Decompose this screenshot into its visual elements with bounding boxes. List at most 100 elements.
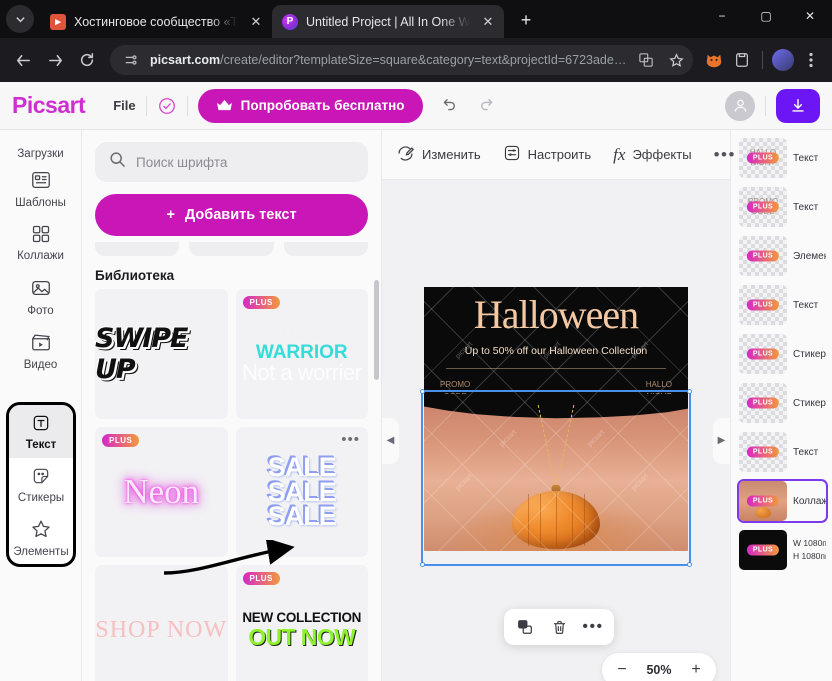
header-divider-3 [765,95,766,116]
layer-row[interactable]: PLUS Текст [737,430,828,474]
canvas-area[interactable]: ◀ ▶ Halloween Up to 50% off our Hallowee… [382,180,730,681]
design-subtitle[interactable]: Up to 50% off our Halloween Collection [424,345,688,357]
library-section-title: Библиотека [95,268,175,283]
user-avatar-icon[interactable] [725,90,755,121]
font-preset-chip[interactable] [95,242,180,256]
layer-row[interactable]: HALLONIGHT PLUS Текст [737,136,828,180]
window-maximize-button[interactable]: ▢ [744,0,788,32]
tab-search-chevron-icon[interactable] [6,5,34,33]
trash-icon[interactable] [544,612,574,642]
browser-tab-1-close-icon[interactable]: ✕ [246,12,266,32]
layer-thumbnail: PLUS [739,383,787,423]
undo-icon[interactable] [433,91,463,121]
layer-row-background[interactable]: PLUS W 1080пи H 1080пи [737,528,828,572]
download-icon[interactable] [776,88,820,123]
design-photo-layer[interactable] [424,393,688,551]
design-wave-mask [424,393,688,419]
sidebar-item-templates[interactable]: Шаблоны [0,162,81,216]
sidebar-item-templates-label: Шаблоны [15,197,66,209]
browser-tab-2-close-icon[interactable]: ✕ [478,12,498,32]
forward-icon[interactable] [40,45,70,75]
extensions-icon[interactable] [729,47,755,73]
layer-row[interactable]: PLUS Элемент [737,234,828,278]
picsart-logo[interactable]: Picsart [12,92,86,119]
profile-avatar-icon[interactable] [770,47,796,73]
toolbar-adjust-button[interactable]: Настроить [503,144,591,165]
layers-panel[interactable]: HALLONIGHT PLUS Текст PROMOCODE PLUS Тек… [730,130,832,681]
zoom-out-button[interactable]: − [608,656,636,681]
search-icon [109,151,126,173]
browser-chrome: ▸ Хостинговое сообщество «Tim ✕ P Untitl… [0,0,832,82]
plus-badge: PLUS [746,544,780,556]
library-item-more-dots-icon[interactable]: ••• [341,431,360,448]
collapse-left-panel-button[interactable]: ◀ [382,417,399,464]
search-input[interactable]: Поиск шрифта [95,142,368,182]
canvas-column: Изменить Настроить fx Эффекты ••• ◀ ▶ Ha… [382,130,734,681]
try-free-button[interactable]: Попробовать бесплатно [197,88,423,123]
more-dots-icon[interactable]: ••• [578,612,608,642]
sidebar-item-text[interactable]: Текст [9,405,73,458]
toolbar-more-icon[interactable]: ••• [714,145,736,165]
layer-label: Текст [793,152,819,164]
sidebar-item-stickers[interactable]: Стикеры [9,458,73,511]
url-domain: picsart.com [150,53,221,67]
font-preset-chip[interactable] [283,242,368,256]
new-tab-button[interactable]: + [512,6,540,34]
layer-width-label: W 1080пи [793,538,826,549]
reload-icon[interactable] [72,45,102,75]
cloud-check-icon[interactable] [157,96,177,116]
layer-row[interactable]: PROMOCODE PLUS Текст [737,185,828,229]
back-icon[interactable] [8,45,38,75]
window-close-button[interactable]: ✕ [788,0,832,32]
artboard[interactable]: Halloween Up to 50% off our Halloween Co… [420,286,692,567]
browser-menu-icon[interactable] [798,47,824,73]
library-item-new-collection[interactable]: PLUS NEW COLLECTION OUT NOW [235,565,368,681]
design-hallo-line1: HALLO [645,379,672,389]
library-item-sale[interactable]: ••• SALE SALE SALE [235,427,368,557]
fx-icon: fx [613,144,626,164]
sidebar-item-collages[interactable]: Коллажи [0,216,81,270]
translate-icon[interactable] [635,49,657,71]
design-divider-rule [446,367,666,369]
site-settings-icon[interactable] [120,49,142,71]
toolbar-edit-button[interactable]: Изменить [396,144,481,166]
plus-badge: PLUS [242,572,280,585]
sidebar-item-elements[interactable]: Элементы [9,511,73,564]
layer-label: Коллаж [793,495,826,507]
sidebar-item-uploads[interactable]: Загрузки [0,136,81,162]
panel-scrollbar[interactable] [374,280,379,380]
file-menu-button[interactable]: File [113,98,135,113]
layer-row[interactable]: PLUS Стикер [737,332,828,376]
extension-fox-icon[interactable] [701,47,727,73]
browser-tab-1[interactable]: ▸ Хостинговое сообщество «Tim ✕ [40,5,272,38]
collapse-right-panel-button[interactable]: ▶ [713,417,730,464]
editor-body: Загрузки Шаблоны Коллажи Фото Видео Текс… [0,130,832,681]
duplicate-icon[interactable] [510,612,540,642]
add-text-button[interactable]: + Добавить текст [95,194,368,236]
plus-badge: PLUS [746,152,780,164]
toolbar-effects-button[interactable]: fx Эффекты [613,145,691,165]
font-preset-chip[interactable] [189,242,274,256]
address-bar-url: picsart.com/create/editor?templateSize=s… [150,53,627,67]
layer-row[interactable]: PLUS Стикер [737,381,828,425]
library-item-be-a-warrior[interactable]: PLUS Be a WARRIOR Not a worrier [235,289,368,419]
layer-row-selected[interactable]: PLUS Коллаж [737,479,828,523]
favicon-orange-play-icon: ▸ [50,13,66,30]
sidebar-item-video[interactable]: Видео [0,324,81,378]
redo-icon[interactable] [473,91,503,121]
sidebar-item-photo[interactable]: Фото [0,270,81,324]
library-item-neon[interactable]: PLUS Neon [95,427,228,557]
library-item-swipe-up[interactable]: SWIPE UP [95,289,228,419]
design-title[interactable]: Halloween [424,294,688,335]
library-item-shop-now-preview: SHOP NOW [95,616,228,643]
window-minimize-button[interactable]: − [700,0,744,32]
bookmark-star-icon[interactable] [665,49,687,71]
search-wrapper: Поиск шрифта [82,130,381,182]
address-bar[interactable]: picsart.com/create/editor?templateSize=s… [110,45,693,75]
library-item-shop-now[interactable]: SHOP NOW [95,565,228,681]
plus-badge: PLUS [746,348,780,360]
zoom-in-button[interactable]: + [682,656,710,681]
layer-row[interactable]: Halloween PLUS Текст [737,283,828,327]
highlighted-tool-group: Текст Стикеры Элементы [6,402,76,567]
browser-tab-2[interactable]: P Untitled Project | All In One Web ✕ [272,5,504,38]
